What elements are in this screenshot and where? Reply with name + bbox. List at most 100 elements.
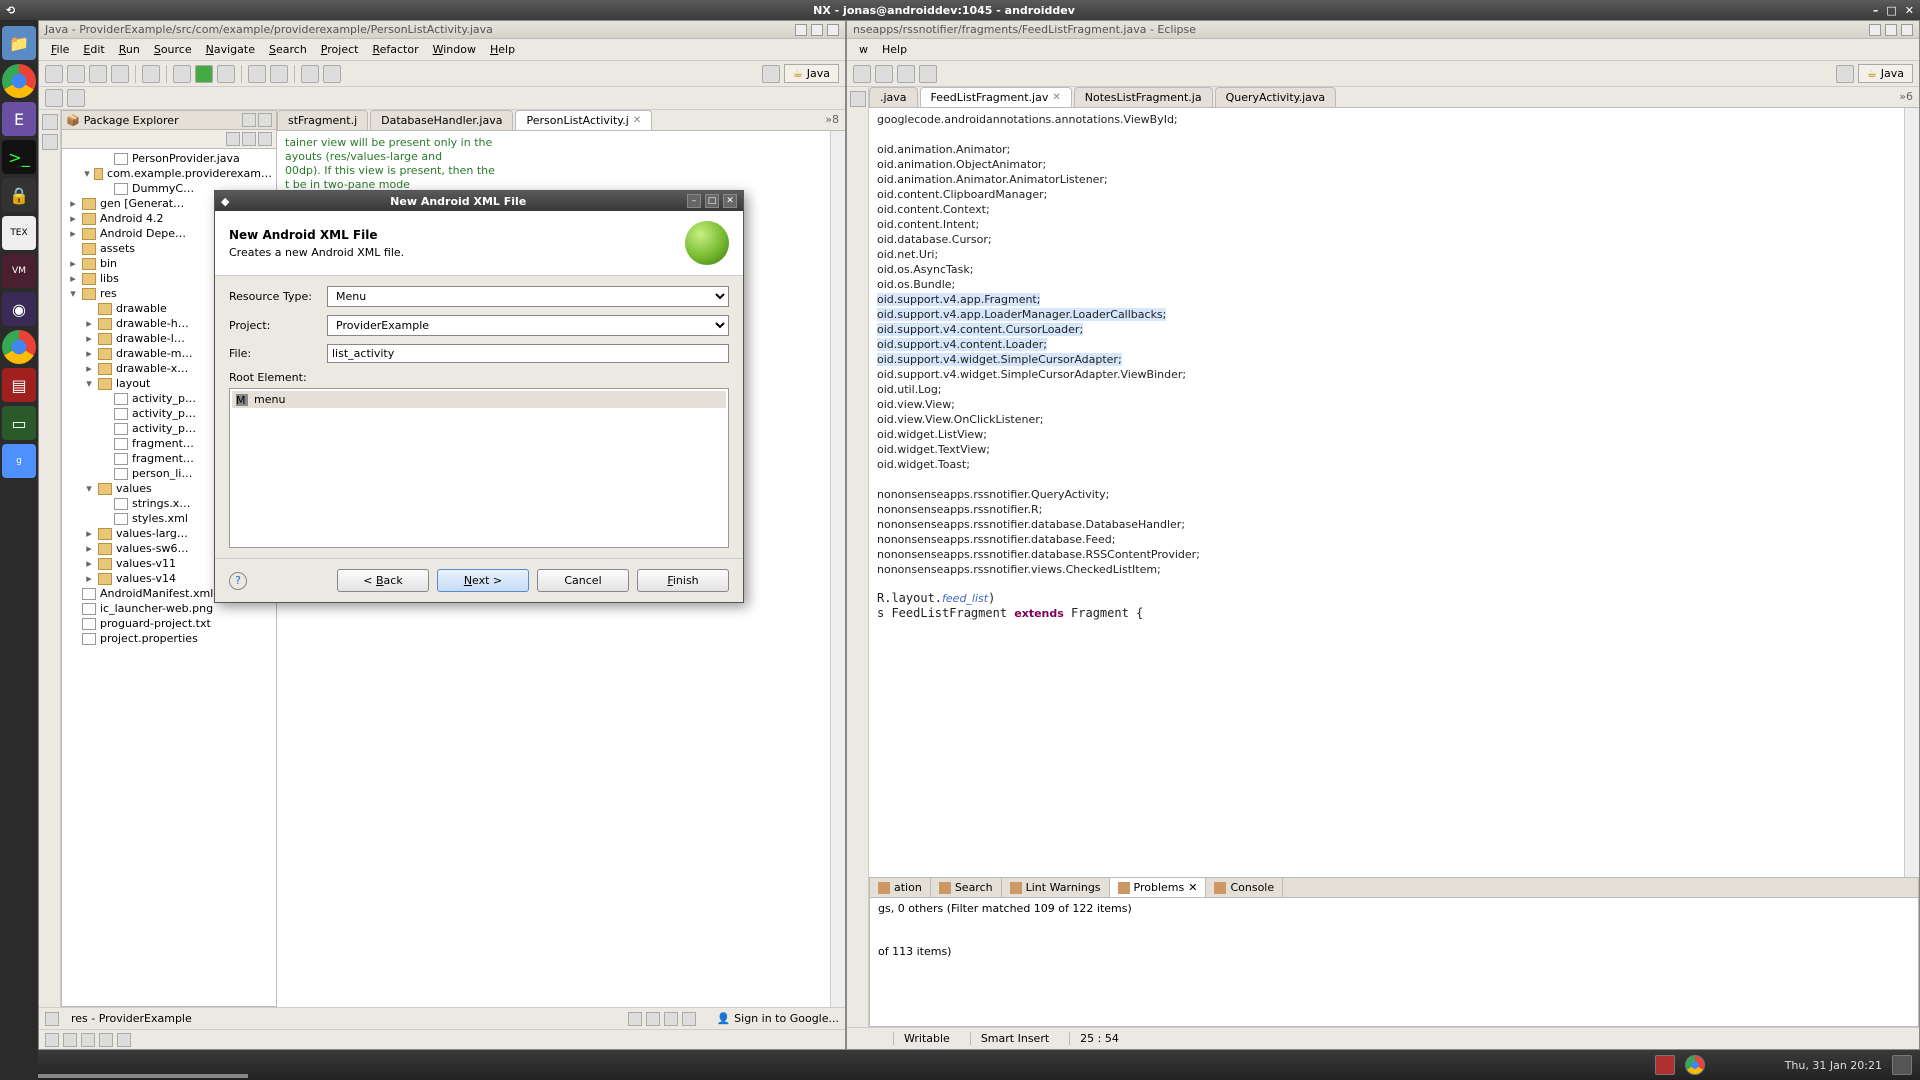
tb-print-icon[interactable] [111, 65, 129, 83]
persp-open-r-icon[interactable] [1836, 65, 1854, 83]
project-select[interactable]: ProviderExample [327, 315, 729, 336]
sb-i1[interactable] [628, 1012, 642, 1026]
sb-i4[interactable] [682, 1012, 696, 1026]
editor-tab[interactable]: QueryActivity.java [1215, 87, 1337, 107]
tb-save-icon[interactable] [67, 65, 85, 83]
finish-button[interactable]: Finish [637, 569, 729, 592]
launcher-vm-icon[interactable]: VM [2, 254, 36, 288]
sb2-i5[interactable] [117, 1033, 131, 1047]
back-button[interactable]: < Back [337, 569, 429, 592]
menu-project[interactable]: Project [315, 41, 365, 58]
launcher-tex-icon[interactable]: TEX [2, 216, 36, 250]
tray-logout-icon[interactable] [1892, 1055, 1912, 1075]
help-icon[interactable]: ? [229, 572, 247, 590]
tb-saveall-icon[interactable] [89, 65, 107, 83]
tb-search-icon[interactable] [301, 65, 319, 83]
tray-app1-icon[interactable] [1655, 1055, 1675, 1075]
dialog-titlebar[interactable]: ◆ New Android XML File – □ ✕ [215, 191, 743, 211]
eclipse-left-wincontrols[interactable] [795, 24, 839, 36]
tb-fwd-icon[interactable] [67, 89, 85, 107]
tb-run-icon[interactable] [195, 65, 213, 83]
tbr-4[interactable] [919, 65, 937, 83]
dialog-close-icon[interactable]: ✕ [723, 194, 737, 208]
pe-max-icon[interactable] [258, 113, 272, 127]
tree-item[interactable]: ▾com.example.providerexam… [62, 166, 276, 181]
file-name-input[interactable] [327, 344, 729, 363]
tb-runlast-icon[interactable] [217, 65, 235, 83]
tb-debug-icon[interactable] [173, 65, 191, 83]
tab-overflow[interactable]: »6 [1893, 87, 1919, 107]
editor-tab[interactable]: DatabaseHandler.java [370, 110, 513, 130]
tb-build-icon[interactable] [142, 65, 160, 83]
launcher-terminal-icon[interactable]: >_ [2, 140, 36, 174]
tab-close-icon[interactable]: ✕ [1052, 92, 1060, 103]
tbr-2[interactable] [875, 65, 893, 83]
dialog-min-icon[interactable]: – [687, 194, 701, 208]
cancel-button[interactable]: Cancel [537, 569, 629, 592]
launcher-translate-icon[interactable]: g [2, 444, 36, 478]
editor-right[interactable]: googlecode.androidannotations.annotation… [869, 108, 1919, 877]
tb-newpkg-icon[interactable] [248, 65, 266, 83]
system-clock[interactable]: Thu, 31 Jan 20:21 [1785, 1059, 1882, 1072]
launcher-chrome-icon[interactable] [2, 64, 36, 98]
sb2-i2[interactable] [63, 1033, 77, 1047]
editor-tab[interactable]: .java [869, 87, 918, 107]
menu-source[interactable]: Source [148, 41, 198, 58]
tbr-1[interactable] [853, 65, 871, 83]
persp-open-icon[interactable] [762, 65, 780, 83]
sb2-i3[interactable] [81, 1033, 95, 1047]
root-element-list[interactable]: Mmenu [229, 388, 729, 548]
dialog-max-icon[interactable]: □ [705, 194, 719, 208]
tbr-3[interactable] [897, 65, 915, 83]
pe-min-icon[interactable] [242, 113, 256, 127]
menu-help[interactable]: Help [484, 41, 521, 58]
menu-w[interactable]: w [853, 41, 874, 58]
status-signin[interactable]: Sign in to Google... [734, 1012, 839, 1025]
sb-icon[interactable] [45, 1012, 59, 1026]
menu-edit[interactable]: Edit [77, 41, 110, 58]
tb-new-icon[interactable] [45, 65, 63, 83]
persp-java[interactable]: ☕Java [784, 64, 839, 83]
next-button[interactable]: Next > [437, 569, 529, 592]
sb-i3[interactable] [664, 1012, 678, 1026]
launcher-files-icon[interactable]: 📁 [2, 26, 36, 60]
sb2-i4[interactable] [99, 1033, 113, 1047]
launcher-chrome2-icon[interactable] [2, 330, 36, 364]
editor-right-scrollbar[interactable] [1904, 108, 1919, 877]
menu-navigate[interactable]: Navigate [200, 41, 261, 58]
menu-file[interactable]: File [45, 41, 75, 58]
editor-tab[interactable]: NotesListFragment.ja [1074, 87, 1213, 107]
persp-java-r[interactable]: ☕Java [1858, 64, 1913, 83]
pe-menu-icon[interactable] [258, 132, 272, 146]
bottom-tab-lint-warnings[interactable]: Lint Warnings [1002, 878, 1110, 897]
resource-type-select[interactable]: Menu [327, 286, 729, 307]
bottom-tab-console[interactable]: Console [1206, 878, 1283, 897]
menu-help[interactable]: Help [876, 41, 913, 58]
sb2-i1[interactable] [45, 1033, 59, 1047]
tb-back-icon[interactable] [45, 89, 63, 107]
menu-search[interactable]: Search [263, 41, 313, 58]
tb-newclass-icon[interactable] [270, 65, 288, 83]
editor-tab[interactable]: FeedListFragment.jav✕ [920, 87, 1072, 107]
vbtn-1[interactable] [42, 114, 58, 130]
menu-run[interactable]: Run [113, 41, 146, 58]
rvbtn-1[interactable] [850, 91, 866, 107]
nx-window-controls[interactable]: –□✕ [1873, 4, 1914, 17]
editor-tab[interactable]: stFragment.j [277, 110, 368, 130]
tree-item[interactable]: project.properties [62, 631, 276, 646]
editor-tab[interactable]: PersonListActivity.j✕ [515, 110, 652, 130]
editor-left-scrollbar[interactable] [830, 131, 845, 1007]
launcher-eclipse-icon[interactable]: ◉ [2, 292, 36, 326]
pe-collapse-icon[interactable] [226, 132, 240, 146]
eclipse-right-wincontrols[interactable] [1869, 24, 1913, 36]
root-item-menu[interactable]: Mmenu [232, 391, 726, 408]
tree-item[interactable]: PersonProvider.java [62, 151, 276, 166]
bottom-tab-ation[interactable]: ation [870, 878, 931, 897]
menu-refactor[interactable]: Refactor [366, 41, 424, 58]
launcher-keyring-icon[interactable]: 🔒 [2, 178, 36, 212]
tree-item[interactable]: ic_launcher-web.png [62, 601, 276, 616]
menu-window[interactable]: Window [427, 41, 482, 58]
vbtn-2[interactable] [42, 134, 58, 150]
launcher-monitor-icon[interactable]: ▭ [2, 406, 36, 440]
tab-overflow[interactable]: »8 [819, 110, 845, 130]
